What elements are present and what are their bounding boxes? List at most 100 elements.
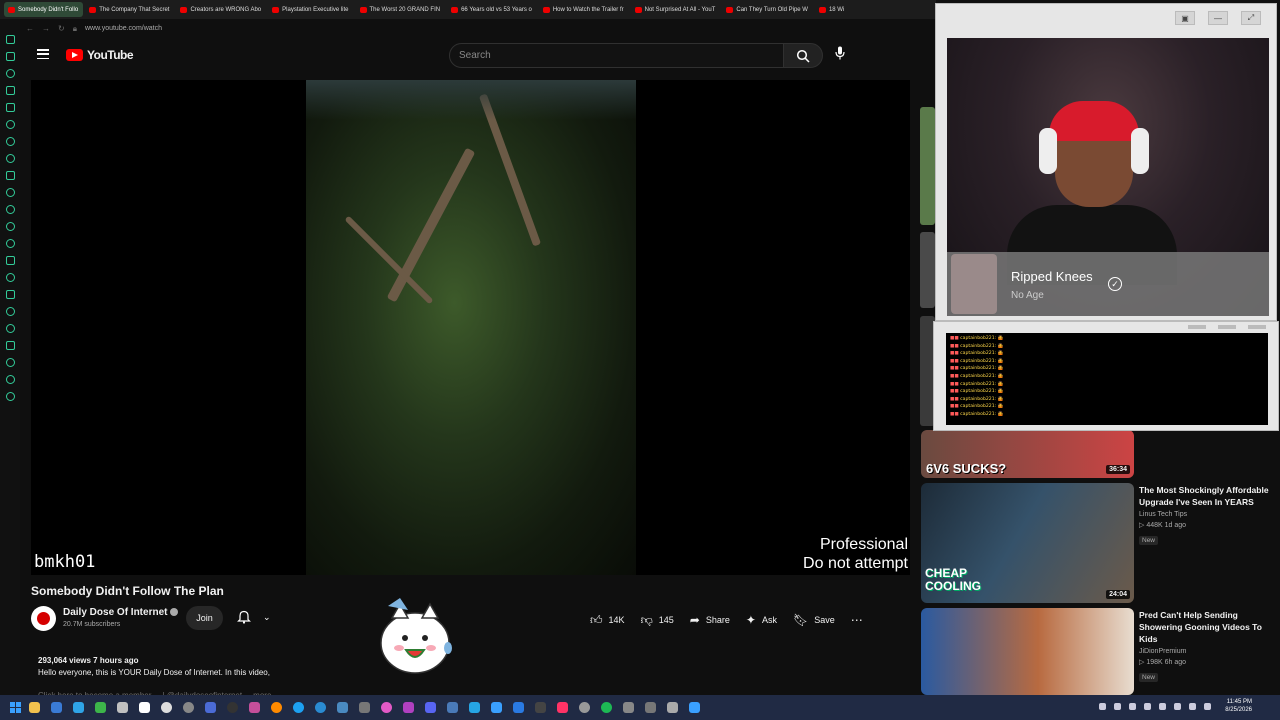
taskbar-app-icon[interactable]	[447, 702, 458, 713]
maximize-icon[interactable]: ⤢	[1241, 11, 1261, 25]
recommendation-item[interactable]: CHEAP COOLING 24:04 The Most Shockingly …	[920, 483, 1280, 604]
microphone-icon[interactable]	[835, 46, 845, 63]
reload-icon[interactable]: ↻	[58, 24, 65, 33]
browser-tab[interactable]: Somebody Didn't Follo	[4, 2, 84, 17]
recommendation-channel[interactable]: JiDionPremium	[1139, 648, 1269, 655]
chevron-down-icon[interactable]: ⌄	[263, 612, 271, 623]
sidebar-app-icon[interactable]	[5, 324, 15, 333]
wifi-icon[interactable]	[1174, 702, 1182, 710]
search-button[interactable]	[783, 43, 823, 68]
webcam-window[interactable]: ▣ — ⤢ Ripped Knees No Age ✓	[935, 3, 1277, 321]
video-player[interactable]: bmkh01 Professional Do not attempt	[31, 80, 910, 575]
notification-bell-icon[interactable]	[237, 610, 251, 627]
browser-tab[interactable]: Creators are WRONG Abo	[176, 2, 266, 17]
sidebar-app-icon[interactable]	[5, 69, 15, 78]
browser-tab[interactable]: 66 Years old vs 53 Years o	[447, 2, 537, 17]
restore-icon[interactable]: ▣	[1175, 11, 1195, 25]
video-frame[interactable]	[306, 80, 636, 575]
sidebar-app-icon[interactable]	[5, 358, 15, 367]
taskbar-app-icon[interactable]	[623, 702, 634, 713]
taskbar-app-icon[interactable]	[205, 702, 216, 713]
menu-icon[interactable]	[37, 49, 49, 59]
steam-icon[interactable]	[337, 702, 348, 713]
battery-icon[interactable]	[1204, 702, 1212, 710]
obs-icon[interactable]	[183, 702, 194, 713]
browser-tab[interactable]: Playstation Executive lite	[268, 2, 353, 17]
recommendation-title[interactable]: Pred Can't Help Sending Showering Goonin…	[1139, 609, 1269, 645]
taskbar-app-icon[interactable]	[513, 702, 524, 713]
recommendation-thumbnail[interactable]: CHEAP COOLING 24:04	[921, 483, 1134, 603]
recommendation-channel[interactable]: Linus Tech Tips	[1139, 511, 1269, 518]
browser-tab[interactable]: The Worst 20 GRAND FIN	[356, 2, 446, 17]
url-text[interactable]: www.youtube.com/watch	[85, 25, 162, 32]
taskbar-app-icon[interactable]	[359, 702, 370, 713]
sidebar-app-icon[interactable]	[5, 35, 15, 44]
browser-tab[interactable]: Not Surprised At All - YouT	[631, 2, 721, 17]
taskbar-app-icon[interactable]	[557, 702, 568, 713]
spotify-icon[interactable]	[601, 702, 612, 713]
sidebar-app-icon[interactable]	[5, 205, 15, 214]
sidebar-app-icon[interactable]	[5, 256, 15, 265]
tray-icon[interactable]	[1159, 702, 1167, 710]
volume-icon[interactable]	[1189, 702, 1197, 710]
browser-tab[interactable]: How to Watch the Trailer fr	[539, 2, 629, 17]
taskbar-app-icon[interactable]	[667, 702, 678, 713]
forward-icon[interactable]: →	[42, 24, 50, 33]
tray-icon[interactable]	[1129, 702, 1137, 710]
taskbar-app-icon[interactable]	[271, 702, 282, 713]
taskbar-app-icon[interactable]	[139, 702, 150, 713]
recommendation-thumbnail[interactable]	[920, 107, 935, 225]
taskbar-app-icon[interactable]	[535, 702, 546, 713]
taskbar-app-icon[interactable]	[117, 702, 128, 713]
lock-icon[interactable]: 🔒︎	[73, 24, 77, 34]
browser-tab[interactable]: Can They Turn Old Pipe W	[722, 2, 813, 17]
sidebar-app-icon[interactable]	[5, 341, 15, 350]
browser-tab[interactable]: The Company That Secret	[85, 2, 174, 17]
youtube-logo[interactable]: YouTube	[66, 48, 134, 62]
recommendation-thumbnail[interactable]: 6V6 SUCKS? 36:34	[921, 430, 1134, 478]
tray-icon[interactable]	[1144, 702, 1152, 710]
search-input[interactable]: Search	[449, 43, 804, 68]
more-options-icon[interactable]: ⋯	[851, 613, 863, 627]
sidebar-app-icon[interactable]	[5, 103, 15, 112]
ask-button[interactable]: ✦ Ask	[746, 613, 777, 627]
sidebar-app-icon[interactable]	[5, 239, 15, 248]
sidebar-app-icon[interactable]	[5, 307, 15, 316]
taskbar-app-icon[interactable]	[315, 702, 326, 713]
join-button[interactable]: Join	[186, 606, 223, 630]
address-bar[interactable]: ← → ↻ 🔒︎ www.youtube.com/watch	[20, 20, 936, 37]
taskbar-app-icon[interactable]	[469, 702, 480, 713]
recommendation-title[interactable]: The Most Shockingly Affordable Upgrade I…	[1139, 484, 1269, 508]
windows-start-icon[interactable]	[10, 702, 21, 713]
taskbar-app-icon[interactable]	[161, 702, 172, 713]
sidebar-app-icon[interactable]	[5, 290, 15, 299]
dislike-button[interactable]: 👎︎ 145	[641, 613, 674, 628]
sidebar-app-icon[interactable]	[5, 137, 15, 146]
back-icon[interactable]: ←	[26, 24, 34, 33]
recommendation-thumbnail[interactable]	[920, 232, 935, 308]
recommendation-item[interactable]: Pred Can't Help Sending Showering Goonin…	[920, 608, 1280, 695]
taskbar-app-icon[interactable]	[381, 702, 392, 713]
taskbar-app-icon[interactable]	[293, 702, 304, 713]
taskbar-app-icon[interactable]	[689, 702, 700, 713]
taskbar-app-icon[interactable]	[645, 702, 656, 713]
browser-tab[interactable]: 18 Wi	[815, 2, 849, 17]
taskbar-app-icon[interactable]	[95, 702, 106, 713]
sidebar-app-icon[interactable]	[5, 392, 15, 401]
sidebar-app-icon[interactable]	[5, 171, 15, 180]
taskbar-app-icon[interactable]	[403, 702, 414, 713]
recommendation-thumbnail[interactable]	[921, 608, 1134, 695]
system-clock[interactable]: 11:45 PM 8/25/2026	[1225, 698, 1252, 714]
recommendation-item[interactable]: 6V6 SUCKS? 36:34	[920, 430, 1280, 478]
like-button[interactable]: 👍︎ 14K	[590, 613, 625, 628]
taskbar-app-icon[interactable]	[227, 702, 238, 713]
sidebar-app-icon[interactable]	[5, 222, 15, 231]
minimize-icon[interactable]: —	[1208, 11, 1228, 25]
share-button[interactable]: ➦ Share	[690, 613, 730, 627]
file-explorer-icon[interactable]	[29, 702, 40, 713]
sidebar-app-icon[interactable]	[5, 273, 15, 282]
channel-name[interactable]: Daily Dose Of Internet	[63, 607, 179, 618]
sidebar-app-icon[interactable]	[5, 375, 15, 384]
chat-window-controls[interactable]	[1188, 325, 1266, 329]
taskbar-app-icon[interactable]	[73, 702, 84, 713]
